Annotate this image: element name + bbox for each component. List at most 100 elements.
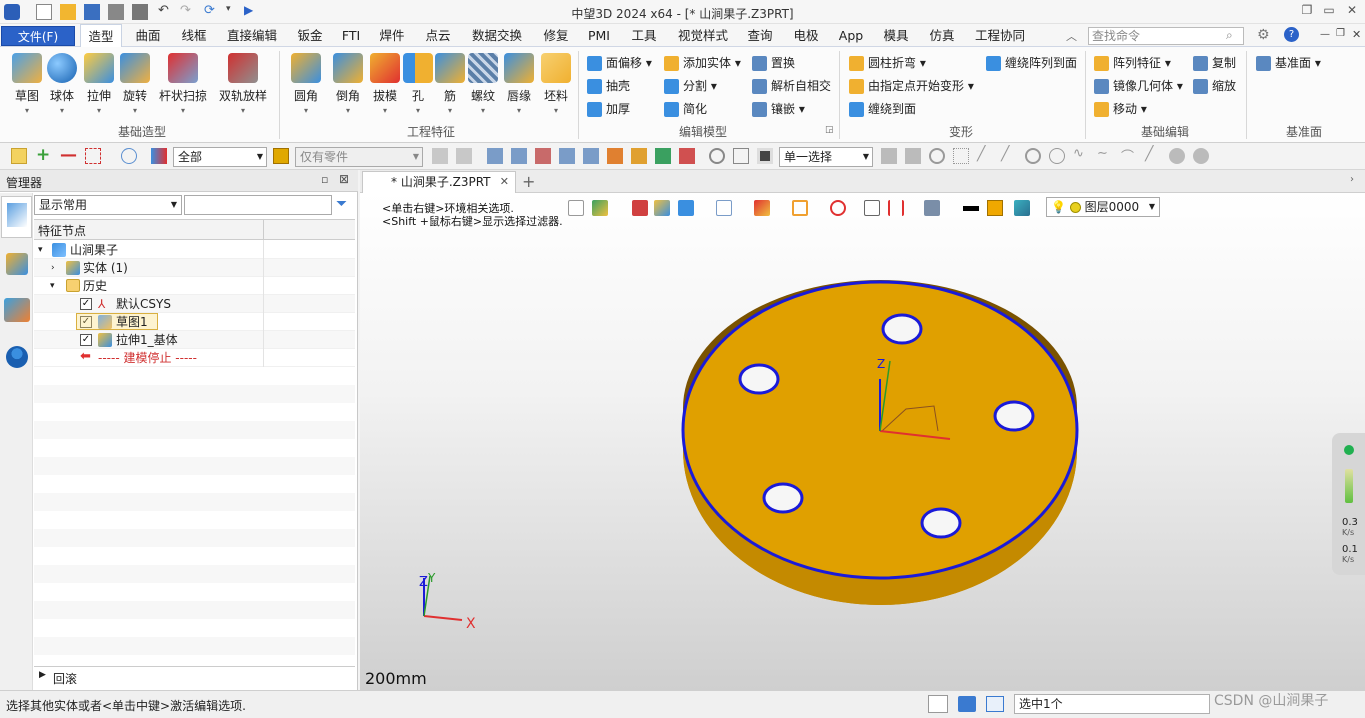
expand-icon[interactable]: › <box>51 259 55 277</box>
select-tool-icon[interactable] <box>487 148 503 164</box>
split-button[interactable]: 分割 ▾ <box>664 77 717 97</box>
tree-row[interactable]: ✓ 草图1 <box>34 313 355 331</box>
tab-mold[interactable]: 模具 <box>876 24 916 47</box>
collapse-ribbon-icon[interactable]: ︿ <box>1066 28 1077 44</box>
part-filter-icon[interactable] <box>273 148 289 164</box>
tab-simulation[interactable]: 仿真 <box>922 24 962 47</box>
tree-row[interactable]: ⬅ ----- 建模停止 ----- <box>34 349 355 367</box>
tab-repair[interactable]: 修复 <box>536 24 576 47</box>
dialog-launcher-icon[interactable]: ◲ <box>825 125 834 135</box>
box-select-icon[interactable] <box>85 148 101 164</box>
restore-icon[interactable]: ▭ <box>1320 3 1338 19</box>
replace-button[interactable]: 置换 <box>752 54 795 74</box>
deform-from-point-button[interactable]: 由指定点开始变形 ▾ <box>849 77 974 97</box>
new-tab-icon[interactable]: + <box>522 172 535 191</box>
history-icon[interactable] <box>709 148 725 164</box>
sketch-button[interactable]: 草图 ▾ <box>8 53 46 115</box>
file-menu-button[interactable]: 文件(F) <box>1 26 75 46</box>
select-tool-icon[interactable] <box>631 148 647 164</box>
lasso-select-icon[interactable] <box>121 148 137 164</box>
rib-button[interactable]: 筋 ▾ <box>434 53 466 115</box>
draft-button[interactable]: 拔模 ▾ <box>368 53 402 115</box>
assembly-icon[interactable] <box>6 253 28 275</box>
cylinder-bend-button[interactable]: 圆柱折弯 ▾ <box>849 54 926 74</box>
tree-search-input[interactable] <box>184 195 332 215</box>
pin-icon[interactable]: ▫ <box>321 173 328 186</box>
select-tool-icon[interactable] <box>535 148 551 164</box>
filter-icon[interactable] <box>151 148 167 164</box>
tab-pointcloud[interactable]: 点云 <box>418 24 458 47</box>
close-icon[interactable]: ✕ <box>500 172 509 192</box>
select-tool-icon[interactable] <box>679 148 695 164</box>
select-tool-icon[interactable] <box>655 148 671 164</box>
tab-wireframe[interactable]: 线框 <box>172 24 216 47</box>
scale-button[interactable]: 缩放 <box>1193 77 1236 97</box>
thicken-button[interactable]: 加厚 <box>587 100 630 120</box>
command-search-input[interactable]: 查找命令 <box>1088 27 1244 45</box>
restore-icon[interactable]: ❐ <box>1298 3 1316 19</box>
tab-pmi[interactable]: PMI <box>582 24 616 47</box>
thread-button[interactable]: 螺纹 ▾ <box>466 53 500 115</box>
rollback-bar[interactable]: ▶ 回滚 <box>34 666 355 688</box>
document-tab[interactable]: * 山涧果子.Z3PRT ✕ <box>362 171 516 193</box>
tree-row[interactable]: › 实体 (1) <box>34 259 355 277</box>
part-model[interactable]: Z <box>360 193 1365 690</box>
tab-sheetmetal[interactable]: 钣金 <box>290 24 330 47</box>
resolve-self-intersect-button[interactable]: 解析自相交 <box>752 77 831 97</box>
tab-weldment[interactable]: 焊件 <box>372 24 412 47</box>
revolve-button[interactable]: 旋转 ▾ <box>118 53 152 115</box>
collapse-icon[interactable]: ▾ <box>50 277 55 295</box>
extrude-button[interactable]: 拉伸 ▾ <box>80 53 118 115</box>
mirror-geometry-button[interactable]: 镜像几何体 ▾ <box>1094 77 1183 97</box>
tab-collaboration[interactable]: 工程协同 <box>968 24 1032 47</box>
pattern-feature-button[interactable]: 阵列特征 ▾ <box>1094 54 1171 74</box>
add-solid-button[interactable]: 添加实体 ▾ <box>664 54 741 74</box>
tree-row[interactable]: ✓ 拉伸1_基体 <box>34 331 355 349</box>
tree-row[interactable]: ▾ 山涧果子 <box>34 241 355 259</box>
datum-plane-button[interactable]: 基准面 ▾ <box>1256 54 1321 74</box>
copy-button[interactable]: 复制 <box>1193 54 1236 74</box>
select-tool-icon[interactable] <box>607 148 623 164</box>
lip-button[interactable]: 唇缘 ▾ <box>502 53 536 115</box>
scope-select[interactable]: 仅有零件 ▼ <box>295 147 423 167</box>
wrap-to-face-button[interactable]: 缠绕到面 <box>849 100 916 120</box>
view-manager-icon[interactable] <box>4 298 30 322</box>
tab-visual-style[interactable]: 视觉样式 <box>672 24 734 47</box>
funnel-filter-icon[interactable]: ⏷ <box>336 196 347 212</box>
tree-row[interactable]: ✓ ⅄ 默认CSYS <box>34 295 355 313</box>
dual-rail-loft-button[interactable]: 双轨放样 ▾ <box>216 53 270 115</box>
collapse-icon[interactable]: ▾ <box>38 241 43 259</box>
close-icon[interactable]: ⊠ <box>339 172 349 186</box>
restore-icon[interactable]: ❐ <box>1336 28 1345 39</box>
select-tool-icon[interactable] <box>559 148 575 164</box>
select-tool-icon[interactable] <box>583 148 599 164</box>
tree-row[interactable]: ▾ 历史 <box>34 277 355 295</box>
simplify-button[interactable]: 简化 <box>664 100 707 120</box>
fillet-button[interactable]: 圆角 ▾ <box>286 53 326 115</box>
tab-modeling[interactable]: 造型 <box>80 24 122 47</box>
expand-icon[interactable]: ▶ <box>39 670 46 680</box>
gear-icon[interactable]: ⚙ <box>1257 27 1270 43</box>
wrap-pattern-to-face-button[interactable]: 缠绕阵列到面 <box>986 54 1077 74</box>
scroll-right-icon[interactable]: › <box>1350 174 1354 185</box>
tab-history-manager[interactable] <box>1 196 32 238</box>
search-icon[interactable]: ⌕ <box>1226 28 1233 43</box>
tool-icon[interactable] <box>733 148 749 164</box>
stop-icon[interactable] <box>757 148 773 164</box>
tab-surface[interactable]: 曲面 <box>128 24 168 47</box>
tab-inquire[interactable]: 查询 <box>740 24 780 47</box>
tab-app[interactable]: App <box>832 24 870 47</box>
input-tool-icon[interactable] <box>928 695 948 713</box>
visibility-checkbox[interactable]: ✓ <box>80 334 92 346</box>
minimize-icon[interactable]: — <box>1320 29 1330 40</box>
remove-icon[interactable]: — <box>60 145 77 165</box>
pick-cursor-icon[interactable] <box>11 148 27 164</box>
close-icon[interactable]: ✕ <box>1343 3 1361 19</box>
tab-fti[interactable]: FTI <box>336 24 366 47</box>
inlay-button[interactable]: 镶嵌 ▾ <box>752 100 805 120</box>
help-icon[interactable]: ? <box>1284 27 1299 42</box>
display-filter-select[interactable]: 显示常用 ▼ <box>34 195 182 215</box>
tab-tools[interactable]: 工具 <box>624 24 664 47</box>
shell-button[interactable]: 抽壳 <box>587 77 630 97</box>
move-button[interactable]: 移动 ▾ <box>1094 100 1147 120</box>
